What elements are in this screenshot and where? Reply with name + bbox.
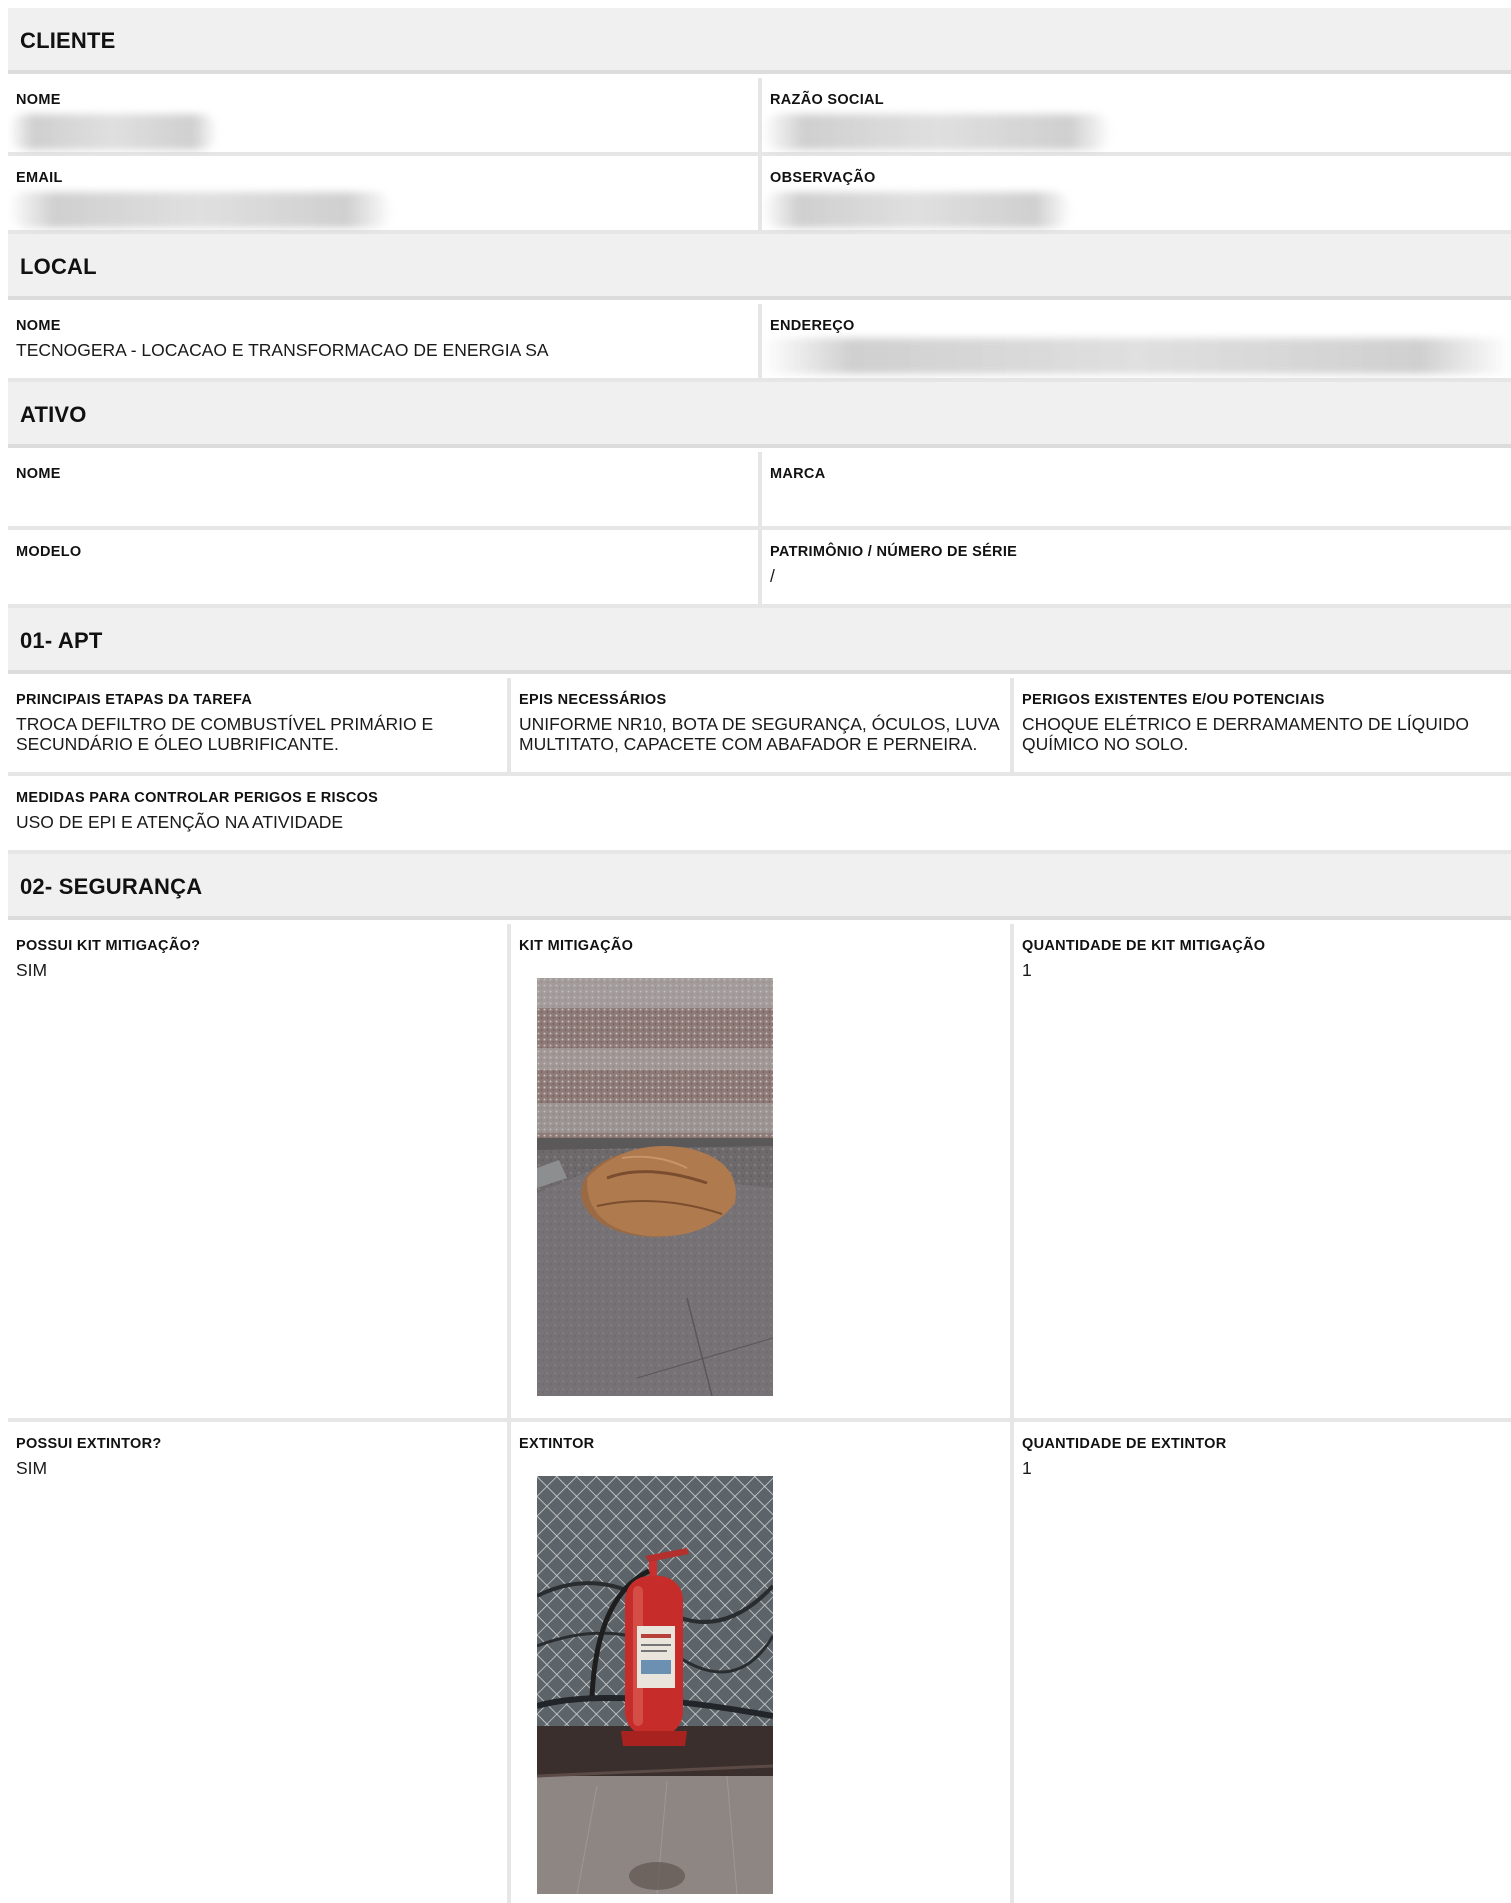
redacted-value bbox=[762, 338, 1511, 374]
redacted-value bbox=[8, 114, 218, 150]
field-cliente-email: EMAIL bbox=[8, 156, 762, 234]
section-title: ATIVO bbox=[20, 402, 87, 427]
field-label: MODELO bbox=[16, 544, 82, 560]
field-label: PRINCIPAIS ETAPAS DA TAREFA bbox=[16, 692, 253, 708]
field-label: MARCA bbox=[770, 466, 826, 482]
field-label: NOME bbox=[16, 318, 61, 334]
kit-mitigacao-photo[interactable] bbox=[537, 978, 773, 1396]
field-label: EMAIL bbox=[16, 170, 63, 186]
field-value: 1 bbox=[1022, 1458, 1032, 1478]
field-cliente-razao-social: RAZÃO SOCIAL bbox=[762, 78, 1511, 156]
field-value: SIM bbox=[16, 960, 48, 980]
section-title: CLIENTE bbox=[20, 28, 116, 53]
field-value: / bbox=[770, 566, 775, 586]
field-ativo-modelo: MODELO bbox=[8, 530, 762, 608]
field-qtd-kit: QUANTIDADE DE KIT MITIGAÇÃO 1 bbox=[1014, 924, 1511, 1422]
extintor-photo[interactable] bbox=[537, 1476, 773, 1894]
field-label: PATRIMÔNIO / NÚMERO DE SÉRIE bbox=[770, 544, 1018, 560]
redacted-value bbox=[8, 192, 393, 228]
field-label: KIT MITIGAÇÃO bbox=[519, 938, 634, 954]
field-possui-extintor: POSSUI EXTINTOR? SIM bbox=[8, 1422, 511, 1903]
field-label: ENDEREÇO bbox=[770, 318, 855, 334]
section-title: 02- SEGURANÇA bbox=[20, 874, 203, 899]
field-value: TROCA DEFILTRO DE COMBUSTÍVEL PRIMÁRIO E… bbox=[16, 714, 434, 754]
section-title: LOCAL bbox=[20, 254, 97, 279]
section-header-seguranca: 02- SEGURANÇA bbox=[8, 854, 1511, 920]
field-value: UNIFORME NR10, BOTA DE SEGURANÇA, ÓCULOS… bbox=[519, 714, 999, 754]
section-header-cliente: CLIENTE bbox=[8, 8, 1511, 74]
field-ativo-nome: NOME bbox=[8, 452, 762, 530]
field-label: OBSERVAÇÃO bbox=[770, 170, 876, 186]
kit-photo-image bbox=[537, 978, 773, 1396]
field-value: CHOQUE ELÉTRICO E DERRAMAMENTO DE LÍQUID… bbox=[1022, 714, 1469, 754]
field-label: RAZÃO SOCIAL bbox=[770, 92, 884, 108]
field-apt-medidas: MEDIDAS PARA CONTROLAR PERIGOS E RISCOS … bbox=[8, 776, 1511, 854]
field-apt-etapas: PRINCIPAIS ETAPAS DA TAREFA TROCA DEFILT… bbox=[8, 678, 511, 776]
field-value: TECNOGERA - LOCACAO E TRANSFORMACAO DE E… bbox=[16, 340, 549, 360]
field-label: EXTINTOR bbox=[519, 1436, 595, 1452]
field-label: NOME bbox=[16, 92, 61, 108]
field-apt-perigos: PERIGOS EXISTENTES E/OU POTENCIAIS CHOQU… bbox=[1014, 678, 1511, 776]
field-label: QUANTIDADE DE KIT MITIGAÇÃO bbox=[1022, 938, 1266, 954]
field-apt-epis: EPIS NECESSÁRIOS UNIFORME NR10, BOTA DE … bbox=[511, 678, 1014, 776]
field-cliente-nome: NOME bbox=[8, 78, 762, 156]
field-label: PERIGOS EXISTENTES E/OU POTENCIAIS bbox=[1022, 692, 1325, 708]
section-header-local: LOCAL bbox=[8, 234, 1511, 300]
field-extintor: EXTINTOR bbox=[511, 1422, 1014, 1903]
field-cliente-observacao: OBSERVAÇÃO bbox=[762, 156, 1511, 234]
field-kit-mitigacao: KIT MITIGAÇÃO bbox=[511, 924, 1014, 1422]
field-label: MEDIDAS PARA CONTROLAR PERIGOS E RISCOS bbox=[16, 790, 379, 806]
section-header-apt: 01- APT bbox=[8, 608, 1511, 674]
field-possui-kit: POSSUI KIT MITIGAÇÃO? SIM bbox=[8, 924, 511, 1422]
field-qtd-extintor: QUANTIDADE DE EXTINTOR 1 bbox=[1014, 1422, 1511, 1903]
extintor-photo-image bbox=[537, 1476, 773, 1894]
field-local-endereco: ENDEREÇO bbox=[762, 304, 1511, 382]
inspection-report: CLIENTE NOME RAZÃO SOCIAL EMAIL OBSERVAÇ… bbox=[8, 8, 1511, 1903]
section-title: 01- APT bbox=[20, 628, 103, 653]
field-ativo-marca: MARCA bbox=[762, 452, 1511, 530]
section-header-ativo: ATIVO bbox=[8, 382, 1511, 448]
redacted-value bbox=[762, 192, 1072, 228]
field-value: SIM bbox=[16, 1458, 48, 1478]
field-value: USO DE EPI E ATENÇÃO NA ATIVIDADE bbox=[16, 812, 344, 832]
field-label: NOME bbox=[16, 466, 61, 482]
field-local-nome: NOME TECNOGERA - LOCACAO E TRANSFORMACAO… bbox=[8, 304, 762, 382]
field-value: 1 bbox=[1022, 960, 1032, 980]
field-ativo-patrimonio: PATRIMÔNIO / NÚMERO DE SÉRIE / bbox=[762, 530, 1511, 608]
field-label: EPIS NECESSÁRIOS bbox=[519, 692, 667, 708]
field-label: POSSUI EXTINTOR? bbox=[16, 1436, 162, 1452]
field-label: QUANTIDADE DE EXTINTOR bbox=[1022, 1436, 1227, 1452]
field-label: POSSUI KIT MITIGAÇÃO? bbox=[16, 938, 201, 954]
redacted-value bbox=[762, 114, 1112, 150]
